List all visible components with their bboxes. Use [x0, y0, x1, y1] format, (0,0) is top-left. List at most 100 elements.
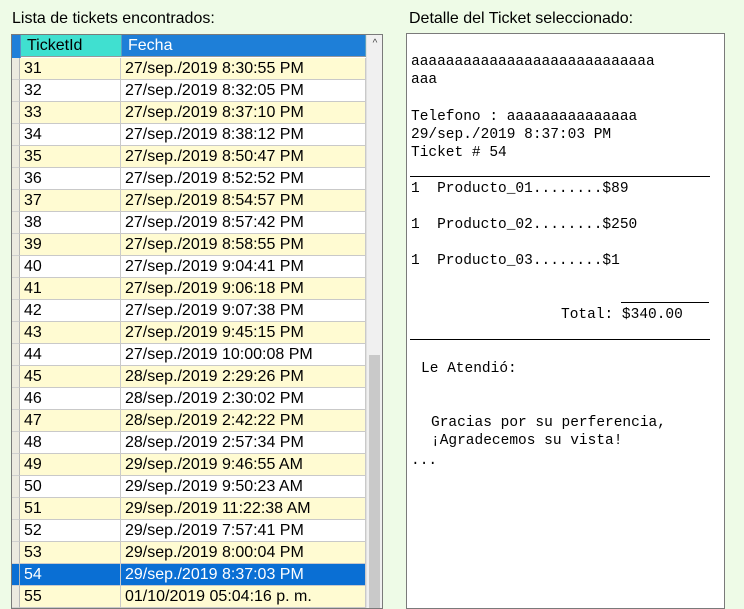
row-header[interactable] — [12, 300, 20, 322]
cell-ticketid[interactable]: 52 — [20, 520, 121, 542]
cell-fecha[interactable]: 28/sep./2019 2:29:26 PM — [121, 366, 366, 388]
cell-fecha[interactable]: 27/sep./2019 8:30:55 PM — [121, 58, 366, 80]
table-row[interactable]: 44 27/sep./2019 10:00:08 PM — [12, 344, 366, 366]
row-header[interactable] — [12, 366, 20, 388]
table-row[interactable]: 52 29/sep./2019 7:57:41 PM — [12, 520, 366, 542]
cell-ticketid[interactable]: 33 — [20, 102, 121, 124]
cell-ticketid[interactable]: 42 — [20, 300, 121, 322]
cell-fecha[interactable]: 27/sep./2019 9:45:15 PM — [121, 322, 366, 344]
cell-ticketid[interactable]: 31 — [20, 58, 121, 80]
row-header[interactable] — [12, 212, 20, 234]
table-row[interactable]: 32 27/sep./2019 8:32:05 PM — [12, 80, 366, 102]
row-header[interactable] — [12, 454, 20, 476]
row-header[interactable] — [12, 124, 20, 146]
row-header[interactable] — [12, 190, 20, 212]
table-row[interactable]: 43 27/sep./2019 9:45:15 PM — [12, 322, 366, 344]
cell-ticketid[interactable]: 36 — [20, 168, 121, 190]
row-header[interactable] — [12, 278, 20, 300]
row-header[interactable] — [12, 564, 20, 586]
table-row[interactable]: 45 28/sep./2019 2:29:26 PM — [12, 366, 366, 388]
scroll-thumb[interactable] — [369, 355, 380, 608]
row-header[interactable] — [12, 146, 20, 168]
row-header[interactable] — [12, 542, 20, 564]
cell-fecha[interactable]: 29/sep./2019 8:00:04 PM — [121, 542, 366, 564]
cell-fecha[interactable]: 29/sep./2019 9:50:23 AM — [121, 476, 366, 498]
scroll-up-icon[interactable]: ^ — [367, 35, 382, 52]
cell-ticketid[interactable]: 44 — [20, 344, 121, 366]
table-row[interactable]: 55 01/10/2019 05:04:16 p. m. — [12, 586, 366, 608]
cell-ticketid[interactable]: 54 — [20, 564, 121, 586]
cell-ticketid[interactable]: 46 — [20, 388, 121, 410]
cell-ticketid[interactable]: 50 — [20, 476, 121, 498]
cell-ticketid[interactable]: 47 — [20, 410, 121, 432]
cell-ticketid[interactable]: 41 — [20, 278, 121, 300]
table-row[interactable]: 41 27/sep./2019 9:06:18 PM — [12, 278, 366, 300]
cell-ticketid[interactable]: 49 — [20, 454, 121, 476]
row-header[interactable] — [12, 322, 20, 344]
cell-fecha[interactable]: 28/sep./2019 2:30:02 PM — [121, 388, 366, 410]
cell-fecha[interactable]: 27/sep./2019 8:37:10 PM — [121, 102, 366, 124]
table-row[interactable]: 49 29/sep./2019 9:46:55 AM — [12, 454, 366, 476]
cell-ticketid[interactable]: 37 — [20, 190, 121, 212]
table-row[interactable]: 54 29/sep./2019 8:37:03 PM — [12, 564, 366, 586]
cell-ticketid[interactable]: 53 — [20, 542, 121, 564]
row-header[interactable] — [12, 520, 20, 542]
cell-fecha[interactable]: 28/sep./2019 2:57:34 PM — [121, 432, 366, 454]
row-header[interactable] — [12, 344, 20, 366]
row-header[interactable] — [12, 586, 20, 608]
cell-fecha[interactable]: 27/sep./2019 9:04:41 PM — [121, 256, 366, 278]
tickets-grid[interactable]: TicketId Fecha 31 27/sep./2019 8:30:55 PM… — [11, 34, 383, 609]
table-row[interactable]: 37 27/sep./2019 8:54:57 PM — [12, 190, 366, 212]
row-header[interactable] — [12, 80, 20, 102]
cell-fecha[interactable]: 27/sep./2019 8:52:52 PM — [121, 168, 366, 190]
table-row[interactable]: 34 27/sep./2019 8:38:12 PM — [12, 124, 366, 146]
row-header[interactable] — [12, 432, 20, 454]
cell-fecha[interactable]: 29/sep./2019 9:46:55 AM — [121, 454, 366, 476]
column-header-ticketid[interactable]: TicketId — [21, 35, 122, 57]
cell-fecha[interactable]: 29/sep./2019 11:22:38 AM — [121, 498, 366, 520]
cell-fecha[interactable]: 27/sep./2019 8:54:57 PM — [121, 190, 366, 212]
row-header[interactable] — [12, 168, 20, 190]
row-header[interactable] — [12, 256, 20, 278]
row-header[interactable] — [12, 410, 20, 432]
cell-fecha[interactable]: 29/sep./2019 7:57:41 PM — [121, 520, 366, 542]
cell-fecha[interactable]: 27/sep./2019 8:57:42 PM — [121, 212, 366, 234]
cell-ticketid[interactable]: 51 — [20, 498, 121, 520]
row-header[interactable] — [12, 476, 20, 498]
table-row[interactable]: 36 27/sep./2019 8:52:52 PM — [12, 168, 366, 190]
cell-fecha[interactable]: 27/sep./2019 9:06:18 PM — [121, 278, 366, 300]
row-header[interactable] — [12, 58, 20, 80]
row-header[interactable] — [12, 388, 20, 410]
table-row[interactable]: 40 27/sep./2019 9:04:41 PM — [12, 256, 366, 278]
cell-fecha[interactable]: 27/sep./2019 10:00:08 PM — [121, 344, 366, 366]
cell-ticketid[interactable]: 32 — [20, 80, 121, 102]
table-row[interactable]: 51 29/sep./2019 11:22:38 AM — [12, 498, 366, 520]
cell-ticketid[interactable]: 48 — [20, 432, 121, 454]
table-row[interactable]: 31 27/sep./2019 8:30:55 PM — [12, 58, 366, 80]
table-row[interactable]: 47 28/sep./2019 2:42:22 PM — [12, 410, 366, 432]
cell-ticketid[interactable]: 55 — [20, 586, 121, 608]
table-row[interactable]: 50 29/sep./2019 9:50:23 AM — [12, 476, 366, 498]
column-header-fecha[interactable]: Fecha — [122, 35, 366, 57]
cell-fecha[interactable]: 27/sep./2019 8:50:47 PM — [121, 146, 366, 168]
cell-fecha[interactable]: 29/sep./2019 8:37:03 PM — [121, 564, 366, 586]
cell-ticketid[interactable]: 39 — [20, 234, 121, 256]
cell-ticketid[interactable]: 34 — [20, 124, 121, 146]
table-row[interactable]: 38 27/sep./2019 8:57:42 PM — [12, 212, 366, 234]
cell-fecha[interactable]: 27/sep./2019 8:32:05 PM — [121, 80, 366, 102]
table-row[interactable]: 48 28/sep./2019 2:57:34 PM — [12, 432, 366, 454]
cell-ticketid[interactable]: 40 — [20, 256, 121, 278]
table-row[interactable]: 46 28/sep./2019 2:30:02 PM — [12, 388, 366, 410]
table-row[interactable]: 42 27/sep./2019 9:07:38 PM — [12, 300, 366, 322]
cell-fecha[interactable]: 01/10/2019 05:04:16 p. m. — [121, 586, 366, 608]
table-row[interactable]: 39 27/sep./2019 8:58:55 PM — [12, 234, 366, 256]
cell-ticketid[interactable]: 35 — [20, 146, 121, 168]
vertical-scrollbar[interactable]: ^ — [366, 35, 382, 608]
table-row[interactable]: 33 27/sep./2019 8:37:10 PM — [12, 102, 366, 124]
cell-fecha[interactable]: 27/sep./2019 9:07:38 PM — [121, 300, 366, 322]
cell-fecha[interactable]: 27/sep./2019 8:58:55 PM — [121, 234, 366, 256]
table-row[interactable]: 35 27/sep./2019 8:50:47 PM — [12, 146, 366, 168]
cell-fecha[interactable]: 27/sep./2019 8:38:12 PM — [121, 124, 366, 146]
row-header[interactable] — [12, 498, 20, 520]
row-header[interactable] — [12, 102, 20, 124]
